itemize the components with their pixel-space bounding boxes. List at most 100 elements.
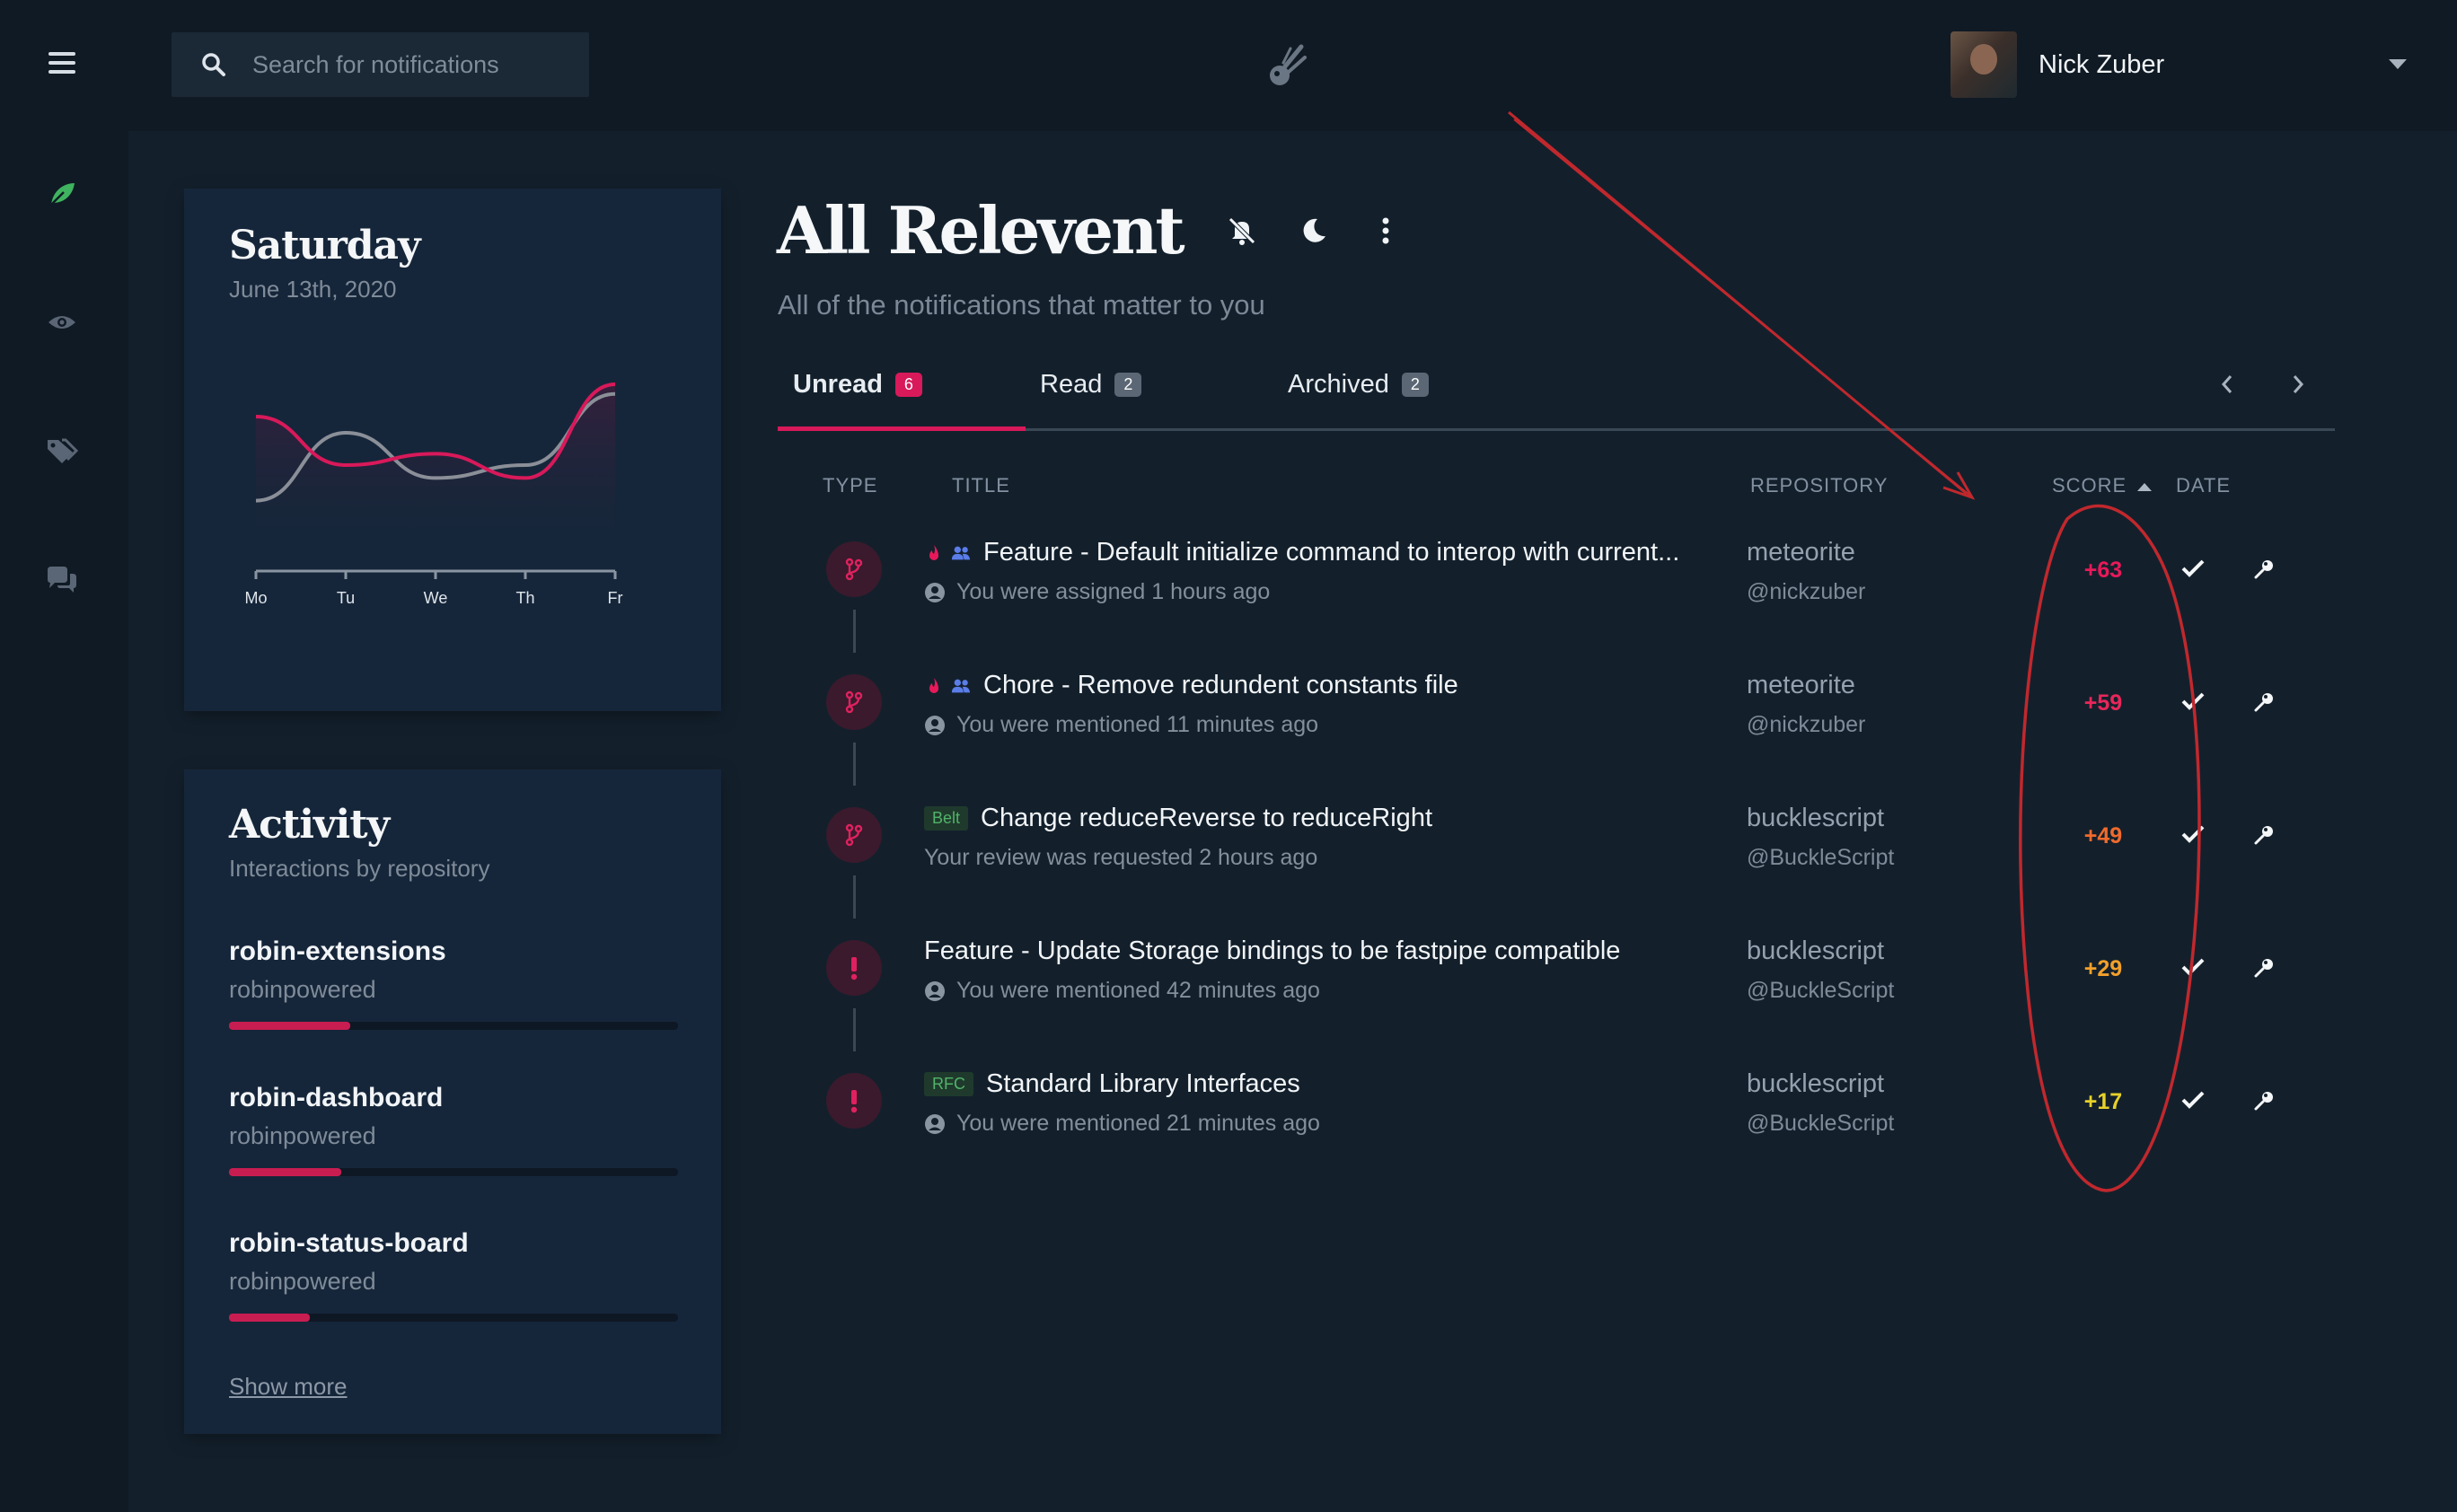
search-input[interactable] (252, 50, 576, 79)
chart-area (256, 384, 615, 539)
meteorite-logo-icon[interactable] (1260, 40, 1314, 93)
check-icon[interactable] (2175, 1082, 2211, 1118)
column-score-label[interactable]: SCORE (2052, 474, 2127, 497)
weekday-line-chart: Mo Tu We Th Fr (244, 382, 623, 607)
user-circle-icon (925, 582, 945, 602)
repo-org: robinpowered (229, 1268, 376, 1295)
chat-icon[interactable] (42, 560, 82, 600)
repo-owner[interactable]: @BuckleScript (1747, 978, 1894, 1004)
timeline-connector (853, 743, 856, 786)
repo-name[interactable]: bucklescript (1747, 936, 1884, 966)
tags-icon[interactable] (42, 431, 82, 470)
column-score[interactable]: SCORE (2052, 474, 2153, 497)
weekday-title: Saturday (229, 223, 421, 268)
x-tick-label: Fr (608, 589, 623, 607)
show-more-link[interactable]: Show more (229, 1373, 348, 1401)
tab-archived[interactable]: Archived 2 (1288, 370, 1429, 400)
notification-row[interactable]: Belt Change reduceReverse to reduceRight Y… (778, 789, 2335, 922)
notification-title[interactable]: Feature - Update Storage bindings to be … (924, 936, 1620, 966)
notification-title-text[interactable]: Feature - Update Storage bindings to be … (924, 936, 1620, 966)
timeline-connector (853, 1008, 856, 1051)
repo-owner[interactable]: @BuckleScript (1747, 1111, 1894, 1137)
pin-icon[interactable] (2247, 550, 2283, 586)
repo-name[interactable]: robin-status-board (229, 1228, 678, 1259)
notification-meta-text: You were mentioned 42 minutes ago (956, 978, 1320, 1003)
tab-unread[interactable]: Unread 6 (793, 370, 922, 400)
flame-icon (924, 543, 944, 563)
archived-count-badge: 2 (1401, 373, 1429, 397)
tab-bar: Unread 6 Read 2 Archived 2 (778, 363, 2335, 431)
repo-owner[interactable]: @nickzuber (1747, 579, 1865, 605)
x-tick-label: Th (515, 589, 534, 607)
leaf-icon[interactable] (42, 174, 82, 214)
avatar[interactable] (1951, 31, 2017, 98)
notification-title-text[interactable]: Standard Library Interfaces (986, 1069, 1300, 1099)
notification-row[interactable]: RFC Standard Library Interfaces You were m… (778, 1055, 2335, 1188)
repo-name[interactable]: bucklescript (1747, 1069, 1884, 1099)
repo-owner[interactable]: @BuckleScript (1747, 845, 1894, 871)
notification-title[interactable]: Chore - Remove redundent constants file (924, 671, 1458, 700)
annotation-arrow (1513, 119, 1971, 497)
activity-repo[interactable]: robin-dashboard robinpowered (229, 1083, 678, 1176)
pin-icon[interactable] (2247, 816, 2283, 852)
chevron-left-icon[interactable] (2209, 366, 2245, 402)
weekday-card: Saturday June 13th, 2020 Mo Tu We Th Fr (184, 189, 721, 711)
notification-title[interactable]: RFC Standard Library Interfaces (924, 1069, 1300, 1099)
pull-request-icon (826, 807, 882, 863)
column-repository: REPOSITORY (1750, 474, 1889, 497)
annotation-arrow (1508, 110, 1968, 496)
moon-icon[interactable] (1294, 211, 1334, 251)
notification-title-text[interactable]: Chore - Remove redundent constants file (983, 671, 1458, 700)
notification-row[interactable]: Feature - Update Storage bindings to be … (778, 922, 2335, 1055)
bell-off-icon[interactable] (1222, 211, 1262, 251)
tab-read[interactable]: Read 2 (1040, 370, 1142, 400)
sort-ascending-icon[interactable] (2137, 482, 2153, 491)
check-icon[interactable] (2175, 683, 2211, 719)
pull-request-icon (826, 541, 882, 597)
more-vertical-icon[interactable] (1366, 211, 1405, 251)
notification-title[interactable]: Feature - Default initialize command to … (924, 538, 1679, 567)
notification-row[interactable]: Chore - Remove redundent constants file Y… (778, 656, 2335, 789)
user-name[interactable]: Nick Zuber (2039, 50, 2164, 80)
repo-name[interactable]: meteorite (1747, 671, 1855, 700)
repo-owner[interactable]: @nickzuber (1747, 712, 1865, 738)
check-icon[interactable] (2175, 816, 2211, 852)
flame-icon (924, 676, 944, 696)
notification-meta-text: You were mentioned 21 minutes ago (956, 1111, 1320, 1136)
column-title: TITLE (952, 474, 1010, 497)
column-date[interactable]: DATE (2176, 474, 2231, 497)
activity-repo[interactable]: robin-extensions robinpowered (229, 936, 678, 1030)
chevron-right-icon[interactable] (2280, 366, 2316, 402)
chevron-down-icon[interactable] (2389, 59, 2407, 69)
app-root: Nick Zuber Saturday June 13th, 2020 Mo Tu… (0, 0, 2457, 1512)
notification-title-text[interactable]: Change reduceReverse to reduceRight (981, 804, 1432, 833)
pin-icon[interactable] (2247, 683, 2283, 719)
pin-icon[interactable] (2247, 949, 2283, 985)
repo-name[interactable]: robin-extensions (229, 936, 678, 967)
notification-title[interactable]: Belt Change reduceReverse to reduceRight (924, 804, 1432, 833)
repo-name[interactable]: meteorite (1747, 538, 1855, 567)
activity-repo[interactable]: robin-status-board robinpowered (229, 1228, 678, 1322)
notification-row[interactable]: Feature - Default initialize command to … (778, 523, 2335, 656)
notification-meta: You were mentioned 11 minutes ago (924, 712, 1318, 738)
tab-label[interactable]: Unread (793, 370, 883, 400)
repo-progress-fill (229, 1314, 310, 1322)
x-tick-label: Tu (337, 589, 355, 607)
repo-progress-bar (229, 1022, 678, 1030)
repo-org: robinpowered (229, 1122, 376, 1149)
eye-icon[interactable] (42, 303, 82, 342)
menu-icon[interactable] (48, 52, 75, 75)
repo-name[interactable]: robin-dashboard (229, 1083, 678, 1113)
check-icon[interactable] (2175, 949, 2211, 985)
repo-name[interactable]: bucklescript (1747, 804, 1884, 833)
notification-title-text[interactable]: Feature - Default initialize command to … (983, 538, 1679, 567)
tab-label[interactable]: Read (1040, 370, 1102, 400)
pin-icon[interactable] (2247, 1082, 2283, 1118)
check-icon[interactable] (2175, 550, 2211, 586)
user-menu[interactable]: Nick Zuber (1951, 31, 2164, 99)
score-value: +63 (2083, 558, 2123, 583)
activity-card: Activity Interactions by repository robi… (184, 769, 721, 1434)
activity-subtitle: Interactions by repository (229, 855, 490, 882)
tab-label[interactable]: Archived (1288, 370, 1389, 400)
annotation-arrowhead (1942, 471, 1976, 500)
